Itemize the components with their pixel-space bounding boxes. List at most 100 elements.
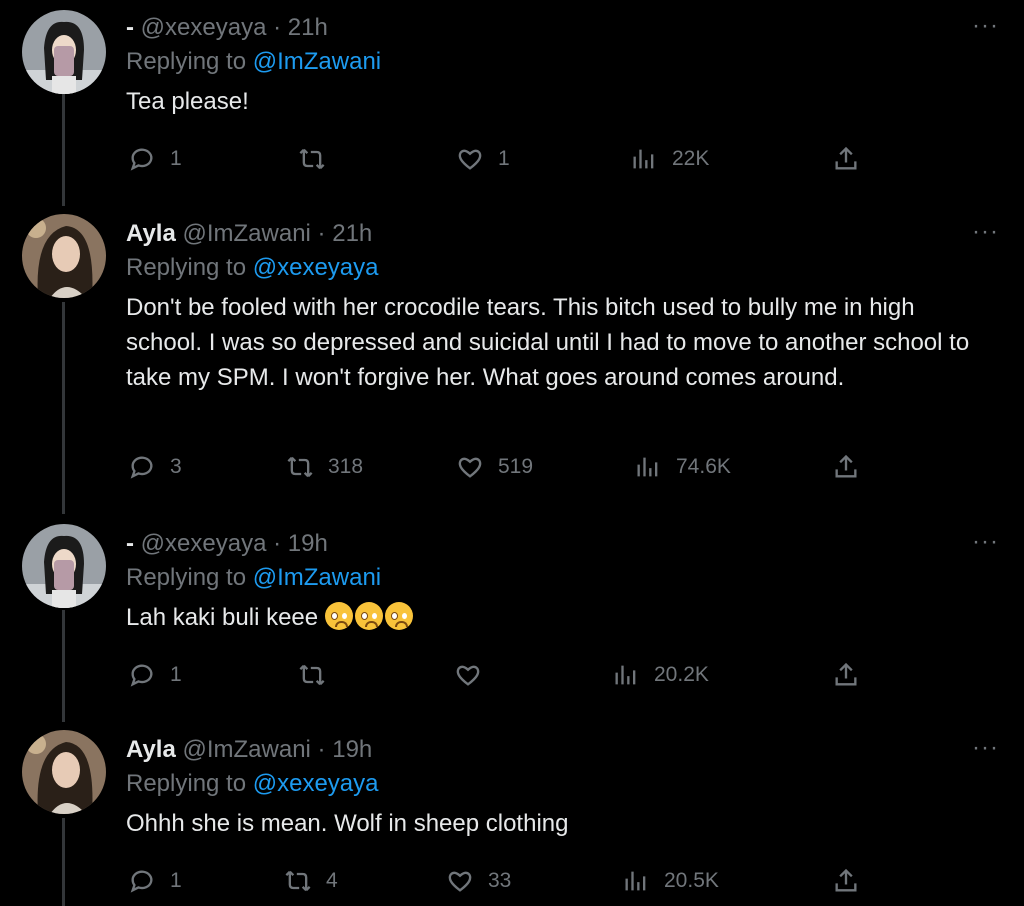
views-button[interactable]: 20.5K: [622, 866, 719, 896]
like-count: 1: [498, 147, 510, 170]
views-button[interactable]: 74.6K: [634, 452, 731, 482]
like-count: 33: [488, 869, 512, 892]
share-button[interactable]: [832, 660, 860, 690]
more-options-icon[interactable]: ···: [972, 530, 999, 554]
retweet-button[interactable]: [298, 144, 340, 174]
heart-icon: [458, 457, 482, 478]
avatar[interactable]: [22, 214, 106, 298]
heart-icon: [456, 665, 480, 686]
share-icon: [835, 868, 857, 892]
tweet-body: Lah kaki buli keee: [126, 600, 986, 635]
tweet-text: Don't be fooled with her crocodile tears…: [126, 294, 970, 391]
tweet-actions: 1 4 33 20.5K: [0, 866, 1024, 896]
mention-link[interactable]: @ImZawani: [253, 564, 381, 591]
retweet-icon: [287, 456, 313, 478]
separator: ·: [317, 736, 326, 763]
heart-icon: [448, 871, 472, 892]
like-button[interactable]: 519: [456, 452, 533, 482]
avatar[interactable]: [22, 730, 106, 814]
timestamp[interactable]: 21h: [288, 14, 328, 41]
views-icon: [615, 665, 636, 685]
views-count: 74.6K: [676, 455, 731, 478]
user-handle[interactable]: @xexeyaya: [141, 14, 267, 41]
reply-count: 1: [170, 663, 182, 686]
retweet-count: 318: [328, 455, 364, 478]
views-icon: [633, 149, 654, 169]
views-icon: [625, 871, 646, 891]
separator: ·: [273, 530, 282, 557]
tweet-header: Ayla @ImZawani · 21h: [126, 220, 372, 248]
user-handle[interactable]: @ImZawani: [182, 220, 310, 247]
views-button[interactable]: 22K: [630, 144, 709, 174]
pleading-face-emoji: [354, 602, 383, 630]
heart-icon: [458, 149, 482, 170]
reply-icon: [130, 870, 153, 893]
timestamp[interactable]: 19h: [288, 530, 328, 557]
views-count: 22K: [672, 147, 710, 170]
retweet-icon: [285, 870, 311, 892]
mention-link[interactable]: @ImZawani: [253, 48, 381, 75]
display-name[interactable]: Ayla: [126, 736, 176, 763]
more-options-icon[interactable]: ···: [972, 736, 999, 760]
reply-icon: [130, 456, 153, 479]
views-count: 20.2K: [654, 663, 709, 686]
reply-icon: [130, 664, 153, 687]
replying-label: Replying to: [126, 564, 247, 591]
tweet-actions: 3 318 519 74.6K: [0, 452, 1024, 482]
separator: ·: [317, 220, 326, 247]
like-button[interactable]: [454, 660, 496, 690]
replying-to: Replying to @xexeyaya: [126, 254, 379, 282]
tweet[interactable]: - @xexeyaya · 21h ··· Replying to @ImZaw…: [0, 6, 1024, 196]
tweet-text: Ohhh she is mean. Wolf in sheep clothing: [126, 810, 569, 837]
retweet-button[interactable]: 318: [286, 452, 363, 482]
reply-button[interactable]: 1: [128, 660, 182, 690]
views-button[interactable]: 20.2K: [612, 660, 709, 690]
reply-count: 3: [170, 455, 182, 478]
reply-button[interactable]: 1: [128, 866, 182, 896]
timestamp[interactable]: 19h: [332, 736, 372, 763]
reply-icon: [130, 148, 153, 171]
share-icon: [835, 146, 857, 170]
reply-button[interactable]: 1: [128, 144, 182, 174]
replying-to: Replying to @xexeyaya: [126, 770, 379, 798]
reply-count: 1: [170, 869, 182, 892]
tweet[interactable]: Ayla @ImZawani · 21h ··· Replying to @xe…: [0, 212, 1024, 502]
tweet[interactable]: Ayla @ImZawani · 19h ··· Replying to @xe…: [0, 728, 1024, 906]
display-name[interactable]: -: [126, 530, 134, 557]
share-button[interactable]: [832, 866, 860, 896]
share-icon: [835, 454, 857, 478]
mention-link[interactable]: @xexeyaya: [253, 254, 379, 281]
views-count: 20.5K: [664, 869, 719, 892]
share-button[interactable]: [832, 452, 860, 482]
replying-label: Replying to: [126, 770, 247, 797]
avatar[interactable]: [22, 10, 106, 94]
like-button[interactable]: 1: [456, 144, 510, 174]
retweet-button[interactable]: 4: [284, 866, 338, 896]
retweet-icon: [299, 148, 325, 170]
tweet[interactable]: - @xexeyaya · 19h ··· Replying to @ImZaw…: [0, 522, 1024, 712]
mention-link[interactable]: @xexeyaya: [253, 770, 379, 797]
retweet-icon: [299, 664, 325, 686]
replying-label: Replying to: [126, 48, 247, 75]
reply-count: 1: [170, 147, 182, 170]
tweet-header: - @xexeyaya · 19h: [126, 530, 328, 558]
retweet-button[interactable]: [298, 660, 340, 690]
like-count: 519: [498, 455, 534, 478]
more-options-icon[interactable]: ···: [972, 14, 999, 38]
reply-button[interactable]: 3: [128, 452, 182, 482]
more-options-icon[interactable]: ···: [972, 220, 999, 244]
replying-to: Replying to @ImZawani: [126, 564, 381, 592]
separator: ·: [273, 14, 282, 41]
share-icon: [835, 662, 857, 686]
tweet-actions: 1 1 22K: [0, 144, 1024, 174]
pleading-face-emoji: [384, 602, 413, 630]
timestamp[interactable]: 21h: [332, 220, 372, 247]
pleading-face-emoji: [324, 602, 353, 630]
display-name[interactable]: -: [126, 14, 134, 41]
avatar[interactable]: [22, 524, 106, 608]
like-button[interactable]: 33: [446, 866, 511, 896]
user-handle[interactable]: @ImZawani: [182, 736, 310, 763]
user-handle[interactable]: @xexeyaya: [141, 530, 267, 557]
share-button[interactable]: [832, 144, 860, 174]
display-name[interactable]: Ayla: [126, 220, 176, 247]
